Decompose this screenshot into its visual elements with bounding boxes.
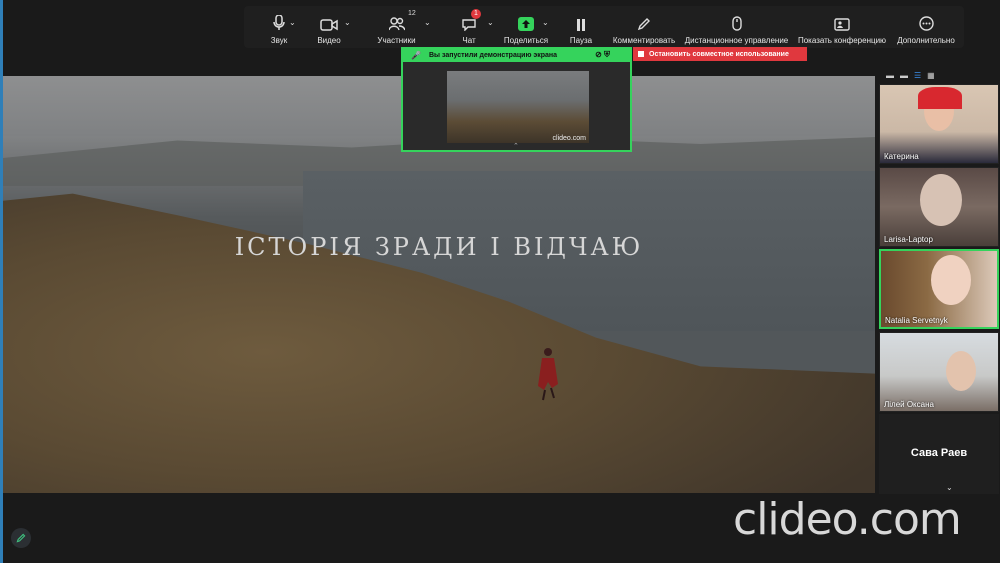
participant-tile[interactable]: Лілей Оксана <box>879 332 999 412</box>
clideo-watermark: clideo.com <box>733 494 962 545</box>
view-switcher: ▬ ▬ ☰ ▦ <box>878 66 1000 84</box>
participant-face <box>931 255 971 305</box>
chat-label: Чат <box>462 36 476 45</box>
video-label: Видео <box>317 36 341 45</box>
remote-control-label: Дистанционное управление <box>684 36 789 45</box>
screen-share-preview[interactable]: 🎤 Вы запустили демонстрацию экрана ⊘ ⛨ c… <box>401 47 632 152</box>
video-button[interactable]: Видео <box>314 6 344 48</box>
participant-name: Лілей Оксана <box>884 400 934 409</box>
chat-unread-badge: 1 <box>471 9 481 19</box>
pause-label: Пауза <box>569 36 593 45</box>
minimize-icon[interactable]: ▬ <box>886 71 894 80</box>
participant-tile-active-speaker[interactable]: Natalia Servetnyk <box>879 249 999 329</box>
side-view-icon[interactable]: ☰ <box>914 71 921 80</box>
meeting-toolbar: Звук ⌄ Видео ⌄ Участники 12 ⌄ Чат 1 ⌄ По… <box>244 6 964 48</box>
participant-face <box>946 351 976 391</box>
audio-button[interactable]: Звук <box>264 6 294 48</box>
pencil-icon <box>637 18 650 31</box>
share-label: Поделиться <box>503 36 549 45</box>
stop-share-label: Остановить совместное использование <box>649 50 789 58</box>
participants-caret-icon[interactable]: ⌄ <box>424 18 431 27</box>
more-label: Дополнительно <box>897 36 955 45</box>
pencil-icon <box>16 533 26 543</box>
mic-icon: 🎤 <box>411 51 421 60</box>
participant-name: Larisa-Laptop <box>884 235 933 244</box>
participant-tile[interactable]: Катерина <box>879 84 999 164</box>
participants-icon <box>388 17 405 31</box>
participant-tile-no-video[interactable]: Сава Раев ⌄ <box>879 414 999 494</box>
pause-icon <box>577 19 585 31</box>
chat-icon <box>462 19 476 31</box>
share-preview-header: 🎤 Вы запустили демонстрацию экрана ⊘ ⛨ <box>403 49 630 62</box>
share-screen-icon <box>518 17 534 31</box>
more-icon <box>918 16 934 31</box>
grid-view-icon[interactable]: ▦ <box>927 71 935 80</box>
share-status-icons: ⊘ ⛨ <box>595 50 610 59</box>
participants-count: 12 <box>408 10 416 17</box>
share-thumbnail: clideo.com <box>447 71 589 143</box>
share-notice-title: Вы запустили демонстрацию экрана <box>429 52 558 59</box>
audio-label: Звук <box>270 36 288 45</box>
annotate-label: Комментировать <box>612 36 676 45</box>
stop-square-icon <box>638 51 644 57</box>
share-caret-icon[interactable]: ⌄ <box>542 18 549 27</box>
participant-name: Катерина <box>884 152 919 161</box>
conference-icon <box>834 18 850 31</box>
expand-chevron-icon[interactable]: ⌄ <box>946 483 953 492</box>
remote-control-button[interactable]: Дистанционное управление <box>684 6 789 48</box>
strip-view-icon[interactable]: ▬ <box>900 71 908 80</box>
camera-icon <box>320 19 338 31</box>
video-title-text: ІСТОРІЯ ЗРАДИ І ВІДЧАЮ <box>234 233 644 261</box>
video-caret-icon[interactable]: ⌄ <box>344 18 351 27</box>
more-button[interactable]: Дополнительно <box>896 6 956 48</box>
thumbnail-watermark: clideo.com <box>552 135 586 142</box>
stop-share-button[interactable]: Остановить совместное использование <box>633 47 807 61</box>
participant-name: Natalia Servetnyk <box>885 316 948 325</box>
share-button[interactable]: Поделиться <box>502 6 550 48</box>
chat-caret-icon[interactable]: ⌄ <box>487 18 494 27</box>
annotate-float-button[interactable] <box>11 528 31 548</box>
annotate-button[interactable]: Комментировать <box>612 6 676 48</box>
show-conference-button[interactable]: Показать конференцию <box>796 6 888 48</box>
collapse-chevron-icon[interactable]: ⌃ <box>513 142 519 150</box>
pause-button[interactable]: Пауза <box>566 6 596 48</box>
audio-caret-icon[interactable]: ⌄ <box>289 18 296 27</box>
microphone-icon <box>273 15 285 30</box>
show-conference-label: Показать конференцию <box>797 36 887 45</box>
participant-face <box>920 174 962 226</box>
participant-name-large: Сава Раев <box>910 447 968 459</box>
mouse-icon <box>731 16 742 31</box>
participant-hair <box>918 87 962 109</box>
person-figure <box>538 348 558 401</box>
participants-label: Участники <box>377 36 416 45</box>
participant-tile[interactable]: Larisa-Laptop <box>879 167 999 247</box>
